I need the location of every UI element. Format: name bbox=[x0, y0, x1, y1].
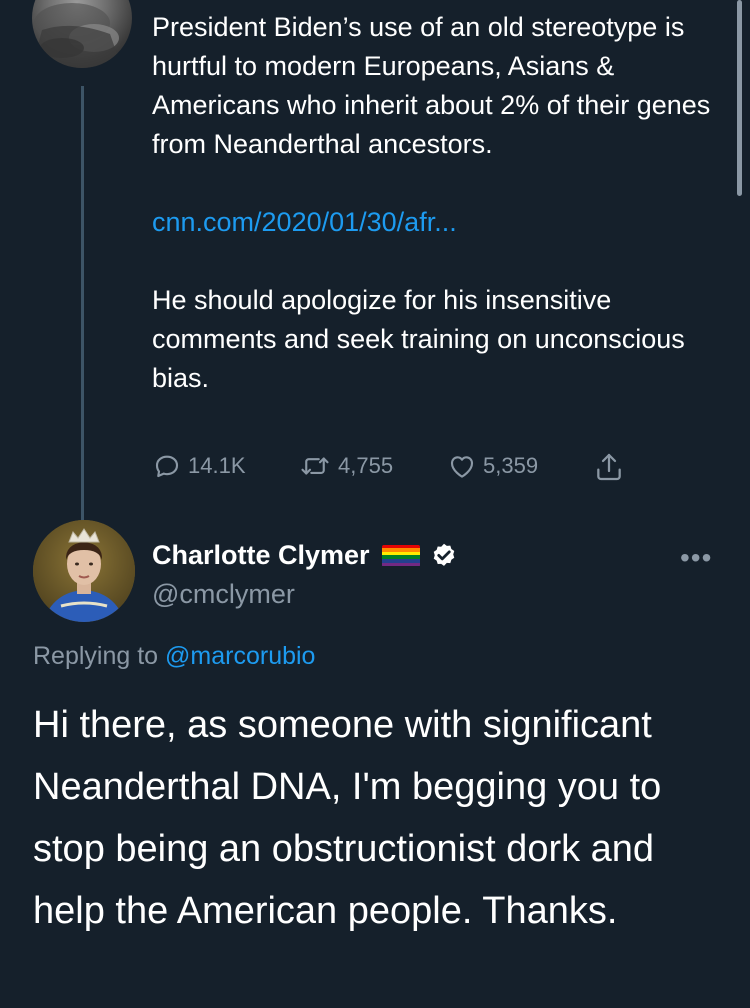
retweet-count: 4,755 bbox=[338, 453, 394, 478]
thread-connector-line bbox=[81, 86, 84, 520]
previous-tweet-body[interactable]: President Biden’s use of an old stereoty… bbox=[152, 8, 732, 398]
replying-to-line: Replying to @marcorubio bbox=[33, 642, 315, 671]
author-avatar[interactable] bbox=[33, 520, 135, 622]
heart-icon bbox=[450, 456, 474, 478]
rainbow-flag-icon bbox=[381, 544, 420, 567]
previous-tweet-link[interactable]: cnn.com/2020/01/30/afr... bbox=[152, 203, 732, 242]
more-options-icon[interactable]: ••• bbox=[680, 544, 712, 572]
retweet-button[interactable]: 4,755 bbox=[298, 451, 393, 481]
share-button[interactable] bbox=[593, 451, 631, 483]
reply-button[interactable]: 14.1K bbox=[152, 451, 246, 481]
scrollbar[interactable] bbox=[737, 0, 742, 196]
reply-icon bbox=[155, 455, 179, 478]
verified-badge-icon bbox=[433, 543, 454, 566]
reply-tweet-text: Hi there, as someone with significant Ne… bbox=[33, 704, 662, 932]
previous-tweet-text-part1: President Biden’s use of an old stereoty… bbox=[152, 12, 711, 159]
author-handle[interactable]: @cmclymer bbox=[152, 579, 295, 610]
replying-prefix: Replying to bbox=[33, 642, 159, 670]
previous-tweet-avatar[interactable] bbox=[32, 0, 132, 68]
share-icon bbox=[597, 453, 621, 481]
like-button[interactable]: 5,359 bbox=[447, 451, 538, 481]
author-name-row[interactable]: Charlotte Clymer bbox=[152, 540, 458, 571]
previous-tweet-text-part2: He should apologize for his insensitive … bbox=[152, 285, 685, 393]
author-name[interactable]: Charlotte Clymer bbox=[152, 540, 370, 571]
reply-count: 14.1K bbox=[188, 453, 246, 478]
replying-to-mention[interactable]: @marcorubio bbox=[165, 642, 315, 670]
retweet-icon bbox=[301, 457, 329, 475]
like-count: 5,359 bbox=[483, 453, 539, 478]
